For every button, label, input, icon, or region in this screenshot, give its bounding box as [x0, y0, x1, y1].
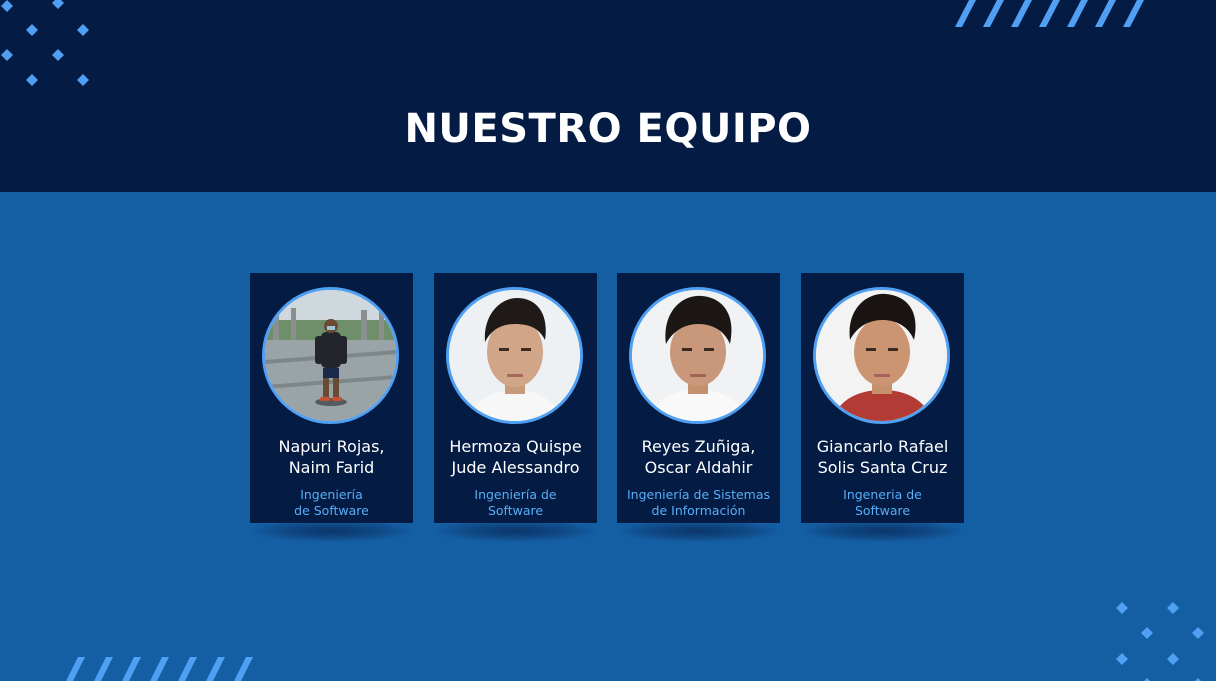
card-shadow	[250, 520, 413, 542]
page-title: NUESTRO EQUIPO	[404, 106, 812, 152]
member-career: Ingeniería de Software	[294, 487, 369, 518]
card-shadow	[801, 520, 964, 542]
member-name: Reyes Zuñiga, Oscar Aldahir	[641, 437, 756, 477]
member-career: Ingeniería de Sistemas de Información	[626, 487, 771, 518]
member-name: Giancarlo Rafael Solis Santa Cruz	[816, 437, 949, 477]
team-card-reyes: Reyes Zuñiga, Oscar Aldahir Ingeniería d…	[617, 273, 780, 523]
team-card-hermoza: Hermoza Quispe Jude Alessandro Ingenierí…	[434, 273, 597, 523]
member-career: Ingeneria de Software	[843, 487, 922, 518]
team-card-solis: Giancarlo Rafael Solis Santa Cruz Ingene…	[801, 273, 964, 523]
member-career: Ingeniería de Software	[474, 487, 557, 518]
team-card-napuri: Napuri Rojas, Naim Farid Ingeniería de S…	[250, 273, 413, 523]
member-photo	[629, 287, 766, 424]
member-name: Napuri Rojas, Naim Farid	[278, 437, 385, 477]
member-photo	[813, 287, 950, 424]
diamond-pattern-top-left	[1, 0, 89, 86]
card-shadow	[434, 520, 597, 542]
slash-pattern-bottom-left	[66, 657, 253, 681]
card-shadow	[617, 520, 780, 542]
slash-pattern-top-right	[955, 0, 1144, 27]
member-photo	[262, 287, 399, 424]
member-photo	[446, 287, 583, 424]
diamond-pattern-bottom-right	[1116, 602, 1204, 681]
member-name: Hermoza Quispe Jude Alessandro	[449, 437, 582, 477]
